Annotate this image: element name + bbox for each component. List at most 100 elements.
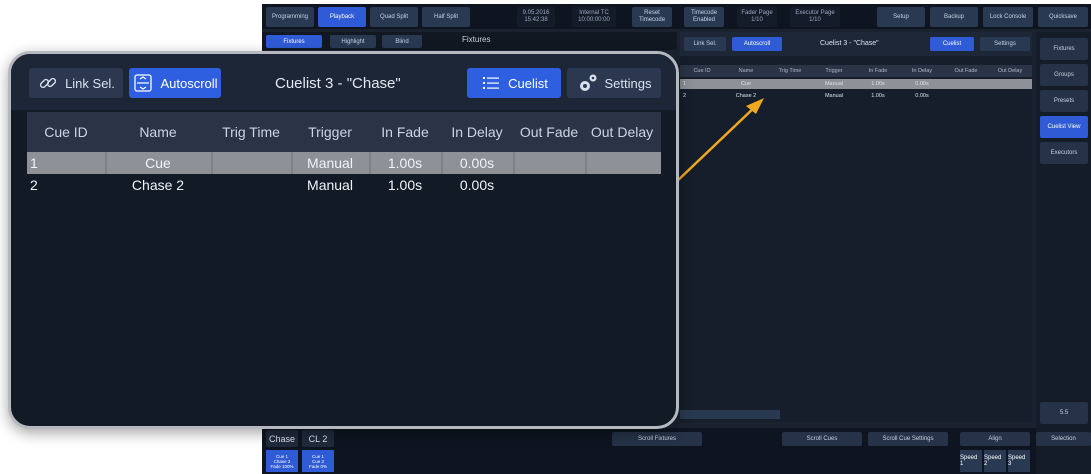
executor-chase[interactable]: Chase	[266, 430, 298, 447]
cell-in-fade: 1.00s	[387, 155, 423, 171]
view-sidebar: Fixtures Groups Presets Cuelist View Exe…	[1036, 32, 1091, 474]
col-in-fade: In Fade	[868, 68, 888, 74]
highlight-button[interactable]: Highlight	[330, 35, 376, 48]
tab-playback[interactable]: Playback	[318, 7, 366, 27]
horizontal-scrollbar[interactable]	[680, 410, 780, 419]
cell-out-fade	[513, 174, 585, 196]
fixtures-pane-title: Fixtures	[462, 35, 491, 44]
sidebar-item-fixtures[interactable]: Fixtures	[1040, 38, 1088, 60]
popup-table-empty-area	[27, 196, 661, 416]
tab-fixtures[interactable]: Fixtures	[266, 35, 322, 48]
cuelist-title: Cuelist 3 - "Chase"	[820, 40, 879, 47]
link-icon	[37, 72, 59, 94]
popup-cuelist-title: Cuelist 3 - "Chase"	[275, 75, 401, 92]
table-row[interactable]: 2 Chase 2 Manual 1.00s 0.00s	[27, 174, 661, 196]
table-row[interactable]: 1 Cue Manual 1.00s 0.00s	[27, 152, 661, 174]
quicksave-button[interactable]: Quicksave	[1038, 7, 1088, 27]
col-in-fade[interactable]: In Fade	[369, 112, 441, 152]
popup-settings-button[interactable]: Settings	[567, 68, 661, 98]
gears-icon	[577, 72, 599, 94]
col-name: Name	[738, 68, 754, 74]
top-toolbar: Programming Playback Quad Split Half Spl…	[262, 4, 1091, 29]
cuelist-toolbar: Link Sel. Autoscroll Cuelist 3 - "Chase"…	[680, 32, 1032, 56]
col-trigger: Trigger	[825, 68, 843, 74]
clock-display: 9.05.2016 15:42:38	[517, 7, 555, 27]
cell-in-fade: 1.00s	[387, 177, 423, 193]
cell-out-fade	[513, 152, 585, 174]
timecode-display: Internal TC 10:00:00:00	[572, 7, 616, 27]
col-in-delay: In Delay	[911, 68, 933, 74]
blind-button[interactable]: Blind	[382, 35, 422, 48]
setup-button[interactable]: Setup	[877, 7, 925, 27]
settings-label: Settings	[604, 75, 652, 91]
sidebar-item-presets[interactable]: Presets	[1040, 90, 1088, 112]
cell-cue-id: 1	[30, 155, 38, 171]
scroll-cues-button[interactable]: Scroll Cues	[782, 432, 862, 446]
link-sel-button[interactable]: Link Sel.	[684, 37, 726, 51]
tab-programming[interactable]: Programming	[266, 7, 314, 27]
cell-name: Chase 2	[131, 177, 185, 193]
autoscroll-icon	[132, 72, 154, 94]
scroll-fixtures-button[interactable]: Scroll Fixtures	[612, 432, 702, 446]
cell-in-delay: 0.00s	[915, 81, 929, 87]
cell-out-delay	[585, 152, 659, 174]
fader-page-display: Fader Page 1/10	[737, 7, 777, 27]
col-cue-id[interactable]: Cue ID	[27, 112, 105, 152]
col-out-delay: Out Delay	[997, 68, 1023, 74]
backup-button[interactable]: Backup	[930, 7, 978, 27]
col-out-fade: Out Fade	[954, 68, 978, 74]
cell-name: Cue	[145, 155, 171, 171]
selection-button[interactable]: Selection	[1036, 432, 1091, 446]
cuelist-button[interactable]: Cuelist	[930, 37, 974, 51]
align-button[interactable]: Align	[960, 432, 1030, 446]
popup-link-sel-button[interactable]: Link Sel.	[29, 68, 123, 98]
highlight-label: Highlight	[341, 38, 365, 45]
speed-3-button[interactable]: Speed 3	[1008, 450, 1030, 472]
tab-half-split[interactable]: Half Split	[422, 7, 470, 27]
col-in-delay[interactable]: In Delay	[441, 112, 513, 152]
col-trigger[interactable]: Trigger	[291, 112, 369, 152]
cell-cue-id: 2	[30, 177, 38, 193]
sidebar-item-executors[interactable]: Executors	[1040, 142, 1088, 164]
cell-in-fade: 1.00s	[871, 93, 885, 99]
popup-toolbar: Link Sel. Autoscroll Cuelist 3 - "Chase"…	[11, 54, 676, 110]
cell-out-delay	[585, 174, 659, 196]
lock-console-button[interactable]: Lock Console	[983, 7, 1033, 27]
popup-autoscroll-button[interactable]: Autoscroll	[129, 68, 221, 98]
cell-trig-time	[211, 174, 291, 196]
reset-timecode-button[interactable]: Reset Timecode	[632, 7, 672, 27]
cell-trigger: Manual	[824, 93, 844, 99]
version-button[interactable]: 5.5	[1040, 402, 1088, 424]
cell-trigger: Manual	[307, 155, 353, 171]
scroll-cue-settings-button[interactable]: Scroll Cue Settings	[868, 432, 948, 446]
tab-quad-split[interactable]: Quad Split	[370, 7, 418, 27]
cell-trigger: Manual	[307, 177, 353, 193]
cell-trigger: Manual	[824, 81, 844, 87]
cuelist-header: Cue ID Name Trig Time Trigger In Fade In…	[680, 65, 1032, 77]
cell-trig-time	[211, 152, 291, 174]
sidebar-item-groups[interactable]: Groups	[1040, 64, 1088, 86]
autoscroll-button[interactable]: Autoscroll	[732, 37, 782, 51]
col-cue-id: Cue ID	[693, 68, 711, 74]
timecode-enabled-button[interactable]: Timecode Enabled	[684, 7, 724, 27]
popup-table-header: Cue ID Name Trig Time Trigger In Fade In…	[27, 112, 661, 152]
cue-line: Fade 100%	[270, 463, 294, 469]
sidebar-item-cuelist-view[interactable]: Cuelist View	[1040, 116, 1088, 138]
col-out-delay[interactable]: Out Delay	[585, 112, 659, 152]
speed-2-button[interactable]: Speed 2	[984, 450, 1006, 472]
link-sel-label: Link Sel.	[65, 75, 115, 91]
executor-page-display: Executor Page 1/10	[790, 7, 840, 27]
col-out-fade[interactable]: Out Fade	[513, 112, 585, 152]
settings-button[interactable]: Settings	[980, 37, 1030, 51]
cue-line: Fade 0%	[308, 463, 327, 469]
col-name[interactable]: Name	[105, 112, 211, 152]
speed-1-button[interactable]: Speed 1	[960, 450, 982, 472]
col-trig-time: Trig Time	[778, 68, 802, 74]
executor-bar: Chase CL 2 Cue 1 Chase 2 Fade 100% Cue 1…	[262, 428, 1036, 474]
popup-cuelist-button[interactable]: Cuelist	[467, 68, 561, 98]
executor-chase-status: Cue 1 Chase 2 Fade 100%	[266, 450, 298, 472]
executor-cl2[interactable]: CL 2	[302, 430, 334, 447]
blind-label: Blind	[395, 38, 409, 45]
col-trig-time[interactable]: Trig Time	[211, 112, 291, 152]
cell-in-delay: 0.00s	[915, 93, 929, 99]
